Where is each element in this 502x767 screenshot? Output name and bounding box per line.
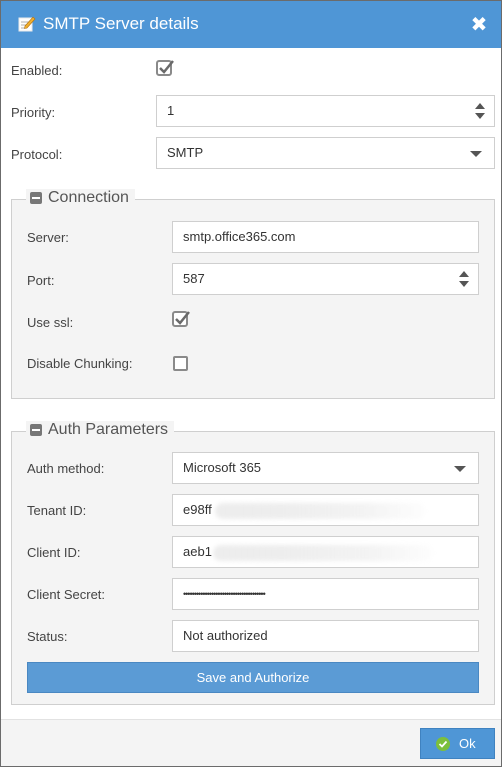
enabled-label: Enabled: — [11, 63, 63, 78]
priority-stepper[interactable]: 1 — [156, 95, 495, 127]
disable-chunking-label: Disable Chunking: — [27, 356, 133, 371]
client-id-input[interactable]: aeb1 — [172, 536, 479, 568]
dialog-title: SMTP Server details — [43, 14, 199, 33]
auth-legend: Auth Parameters — [26, 421, 175, 439]
client-id-value: aeb1 — [183, 544, 212, 559]
check-circle-icon — [436, 737, 450, 751]
status-field: Not authorized — [172, 620, 479, 652]
edit-note-icon — [18, 15, 36, 33]
protocol-select[interactable]: SMTP — [156, 137, 495, 169]
smtp-server-dialog: SMTP Server details ✖ Enabled: Priority:… — [0, 0, 502, 767]
disable-chunking-checkbox[interactable] — [173, 356, 188, 371]
tenant-id-label: Tenant ID: — [27, 503, 87, 518]
client-id-label: Client ID: — [27, 545, 81, 560]
server-label: Server: — [27, 230, 69, 245]
spinner-arrows-icon[interactable] — [474, 102, 486, 120]
save-and-authorize-button[interactable]: Save and Authorize — [27, 662, 479, 693]
auth-method-value: Microsoft 365 — [183, 460, 262, 475]
ok-label: Ok — [459, 736, 476, 751]
connection-legend-text: Connection — [48, 189, 129, 206]
protocol-value: SMTP — [167, 145, 204, 160]
collapse-icon[interactable] — [30, 192, 42, 204]
dialog-body: Enabled: Priority: 1 Protocol: SMTP Conn… — [1, 48, 501, 719]
enabled-checkbox[interactable] — [156, 60, 174, 78]
server-value: smtp.office365.com — [183, 229, 296, 244]
client-secret-value: •••••••••••••••••••••••••••••••••••••• — [183, 589, 266, 599]
client-secret-input[interactable]: •••••••••••••••••••••••••••••••••••••• — [172, 578, 479, 610]
chevron-down-icon — [454, 466, 466, 472]
chevron-down-icon — [470, 151, 482, 157]
tenant-id-value: e98ff — [183, 502, 212, 517]
spinner-arrows-icon[interactable] — [458, 270, 470, 288]
dialog-footer: Ok — [1, 719, 501, 766]
priority-label: Priority: — [11, 105, 56, 120]
server-input[interactable]: smtp.office365.com — [172, 221, 479, 253]
collapse-icon[interactable] — [30, 424, 42, 436]
redaction-blur — [215, 503, 425, 519]
dialog-titlebar[interactable]: SMTP Server details ✖ — [1, 1, 501, 48]
priority-value: 1 — [167, 103, 175, 118]
auth-legend-text: Auth Parameters — [48, 421, 169, 438]
close-icon[interactable]: ✖ — [469, 15, 489, 35]
auth-method-select[interactable]: Microsoft 365 — [172, 452, 479, 484]
port-stepper[interactable]: 587 — [172, 263, 479, 295]
use-ssl-checkbox[interactable] — [172, 311, 190, 329]
status-label: Status: — [27, 629, 68, 644]
port-value: 587 — [183, 271, 205, 286]
port-label: Port: — [27, 273, 55, 288]
use-ssl-label: Use ssl: — [27, 315, 74, 330]
redaction-blur — [213, 545, 433, 561]
ok-button[interactable]: Ok — [420, 728, 495, 759]
tenant-id-input[interactable]: e98ff — [172, 494, 479, 526]
client-secret-label: Client Secret: — [27, 587, 106, 602]
connection-legend: Connection — [26, 189, 135, 207]
auth-method-label: Auth method: — [27, 461, 105, 476]
protocol-label: Protocol: — [11, 147, 63, 162]
status-value: Not authorized — [183, 628, 268, 643]
